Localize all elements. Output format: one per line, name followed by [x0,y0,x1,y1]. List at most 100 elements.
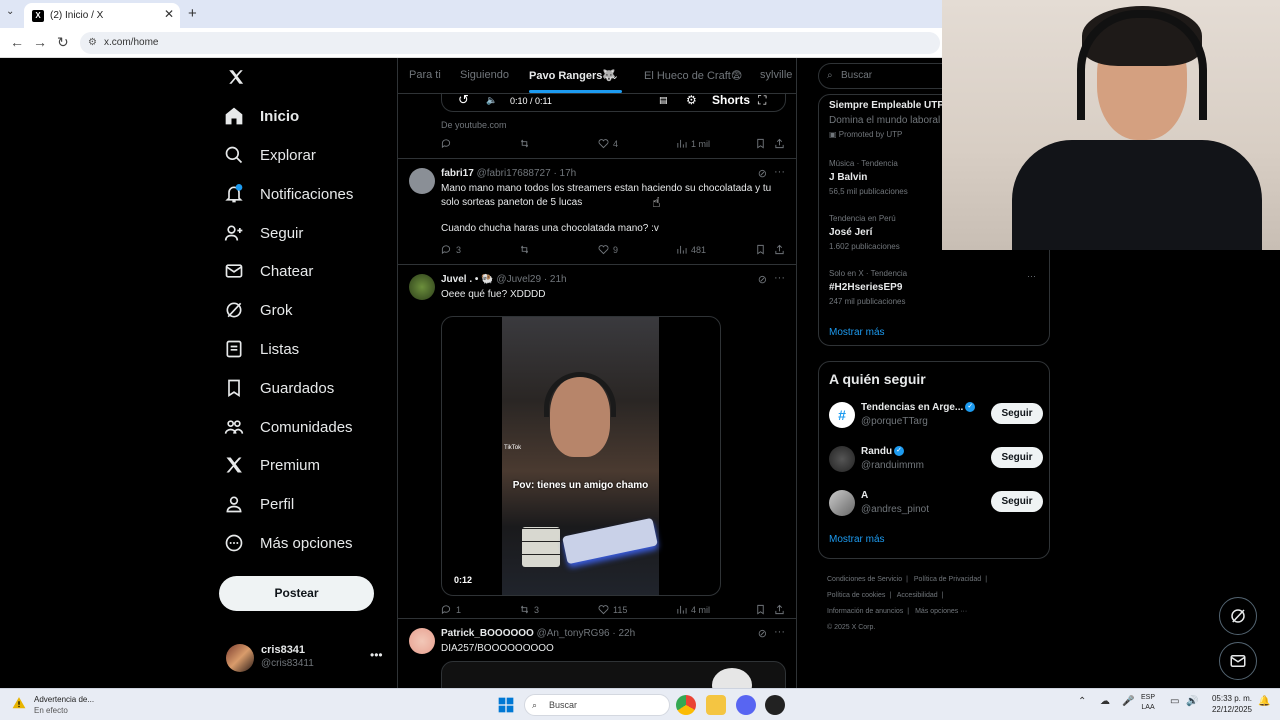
tweet-handle[interactable]: @Juvel29 · 21h [496,274,566,285]
chevron-down-icon[interactable]: ⌄ [610,69,619,82]
volume-icon[interactable]: 🔊 [1186,696,1198,707]
bookmark-button[interactable] [755,604,766,615]
more-dots-icon[interactable]: ··· [774,272,785,284]
follow-button[interactable]: Seguir [991,403,1043,424]
post-button[interactable]: Postear [219,576,374,611]
retweet-button[interactable] [519,244,530,255]
forward-arrow-icon[interactable]: → [33,34,47,50]
browser-tab[interactable]: X (2) Inicio / X ✕ [24,3,180,28]
clock[interactable]: 05:33 p. m. 22/12/2025 [1204,693,1252,715]
footer-link[interactable]: Política de cookies [827,592,885,599]
footer-link[interactable]: Política de Privacidad [914,576,981,583]
trend-name[interactable]: #H2HseriesEP9 [829,282,902,293]
footer-link[interactable]: Más opciones ··· [915,608,967,615]
tab-el-hueco-de-craft[interactable]: El Hueco de Craft😨 [644,69,742,82]
nav-item-guardados[interactable]: Guardados [224,373,334,403]
onedrive-icon[interactable]: ☁ [1100,696,1110,707]
nav-item-inicio[interactable]: Inicio [224,101,299,131]
follow-suggestion[interactable]: # Tendencias en Arge... ✓ @porqueTTarg Se… [829,400,1043,434]
share-button[interactable] [774,604,785,615]
reply-button[interactable] [441,138,452,149]
avatar[interactable] [409,274,435,300]
grok-icon[interactable]: ⊘ [758,273,767,286]
site-settings-icon[interactable]: ⚙ [88,32,97,54]
tab-para-ti[interactable]: Para ti [409,69,441,81]
follow-suggestion[interactable]: A @andres_pinot Seguir [829,488,1043,522]
trend-name[interactable]: José Jerí [829,227,872,238]
follow-suggestion[interactable]: Randu ✓ @randuimmm Seguir [829,444,1043,478]
nav-item-perfil[interactable]: Perfil [224,489,294,519]
taskbar-search[interactable]: ⌕ Buscar [524,694,670,716]
nav-item-explorar[interactable]: Explorar [224,140,316,170]
tab-sylville[interactable]: sylville [760,69,792,81]
tab-search-chevron-icon[interactable]: ⌄ [6,6,14,17]
tweet[interactable]: Patrick_BOOOOOO @An_tonyRG96 · 22h ⊘ ···… [398,619,796,688]
avatar[interactable] [409,628,435,654]
show-more-link[interactable]: Mostrar más [829,327,885,338]
tweet[interactable]: fabri17 @fabri17688727 · 17h ⊘ ··· Mano … [398,159,796,265]
retweet-button[interactable]: 3 [519,604,539,615]
like-button[interactable]: 9 [598,244,618,255]
follow-button[interactable]: Seguir [991,491,1043,512]
tab-pavo-rangers[interactable]: Pavo Rangers🐺 [529,69,616,82]
link-source[interactable]: De youtube.com [441,118,789,132]
promo-title[interactable]: Siempre Empleable UTP [829,100,944,111]
volume-icon[interactable]: 🔈 [486,95,497,106]
language-indicator[interactable]: ESP LAA [1141,693,1155,713]
trend-name[interactable]: J Balvin [829,172,867,183]
reply-button[interactable]: 3 [441,244,461,255]
tweet[interactable]: ↺ 🔈 0:10 / 0:11 ▤ ⚙ Shorts ⛶ De youtube.… [398,92,796,159]
retweet-button[interactable] [519,138,530,149]
tweet-video[interactable]: TikTok Pov: tienes un amigo chamo 0:12 [441,316,721,596]
nav-item-premium[interactable]: Premium [224,450,320,480]
back-arrow-icon[interactable]: ← [10,34,24,50]
tweet-author[interactable]: Juvel . • 🐏 [441,274,494,285]
grok-icon[interactable]: ⊘ [758,627,767,640]
grok-fab-button[interactable] [1219,597,1257,635]
nav-item-notificaciones[interactable]: Notificaciones [224,179,353,209]
more-dots-icon[interactable]: ··· [774,166,785,178]
follow-button[interactable]: Seguir [991,447,1043,468]
footer-link[interactable]: Condiciones de Servicio [827,576,902,583]
url-field[interactable]: ⚙ x.com/home [80,32,940,54]
microphone-icon[interactable]: 🎤 [1122,696,1134,707]
bookmark-button[interactable] [755,138,766,149]
nav-item-chatear[interactable]: Chatear [224,256,313,286]
obs-icon[interactable] [765,695,785,715]
more-dots-icon[interactable]: ••• [370,648,383,662]
captions-icon[interactable]: ▤ [659,95,668,106]
footer-link[interactable]: Accesibilidad [897,592,938,599]
tweet-handle[interactable]: @fabri17688727 · 17h [477,168,577,179]
more-dots-icon[interactable]: ··· [1027,271,1036,281]
like-button[interactable]: 4 [598,138,618,149]
reload-icon[interactable]: ↻ [57,34,69,51]
tweet-handle[interactable]: @An_tonyRG96 · 22h [537,628,636,639]
chevron-up-icon[interactable]: ⌃ [1078,696,1086,707]
shorts-label[interactable]: Shorts [712,93,750,107]
discord-icon[interactable] [736,695,756,715]
more-dots-icon[interactable]: ··· [774,626,785,638]
avatar[interactable] [409,168,435,194]
chrome-icon[interactable] [676,695,696,715]
tweet-media[interactable] [441,661,786,688]
new-tab-plus-icon[interactable]: + [188,5,197,22]
windows-start-icon[interactable] [498,697,514,713]
network-icon[interactable]: ▭ [1170,696,1179,707]
bookmark-button[interactable] [755,244,766,255]
nav-item-listas[interactable]: Listas [224,334,299,364]
file-explorer-icon[interactable] [706,695,726,715]
grok-icon[interactable]: ⊘ [758,167,767,180]
share-button[interactable] [774,244,785,255]
fullscreen-icon[interactable]: ⛶ [758,93,766,108]
like-button[interactable]: 115 [598,604,627,615]
notification-bell-icon[interactable]: 🔔 [1258,696,1270,707]
views-button[interactable]: 4 mil [676,604,710,615]
tweet-author[interactable]: Patrick_BOOOOOO [441,628,534,639]
replay-icon[interactable]: ↺ [458,92,469,108]
views-button[interactable]: 481 [676,244,706,255]
reply-button[interactable]: 1 [441,604,461,615]
tweet-author[interactable]: fabri17 [441,168,474,179]
footer-link[interactable]: Información de anuncios [827,608,903,615]
views-button[interactable]: 1 mil [676,138,710,149]
account-switcher[interactable]: cris8341 @cris83411 ••• [226,640,386,680]
